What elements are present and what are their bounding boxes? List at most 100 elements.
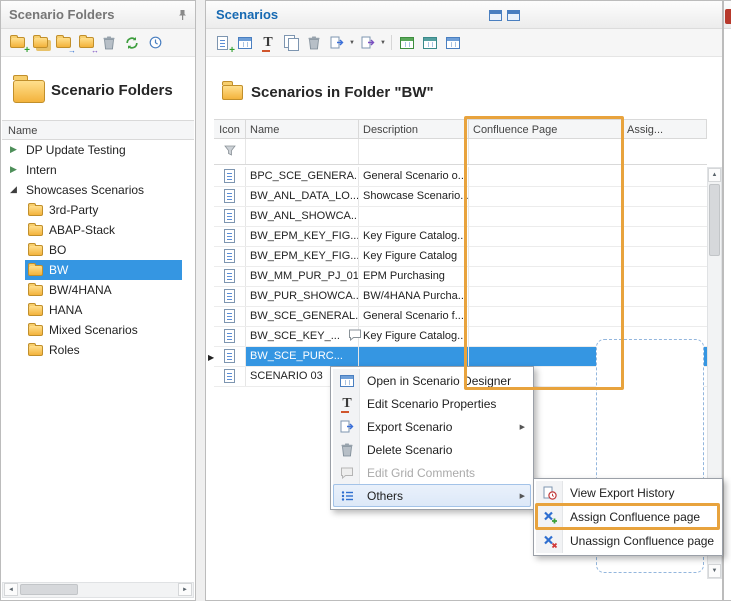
menu-item-edit-grid-comments[interactable]: Edit Grid Comments xyxy=(333,461,531,484)
scroll-down-icon[interactable] xyxy=(708,564,721,578)
scenario-icon xyxy=(224,249,235,263)
collapse-icon[interactable] xyxy=(10,185,17,194)
scrollbar-thumb[interactable] xyxy=(20,584,78,595)
delete-scenario-button[interactable] xyxy=(304,33,324,53)
excel-export-button[interactable] xyxy=(397,33,417,53)
menu-item-assign-confluence-page[interactable]: Assign Confluence page xyxy=(536,505,720,529)
others-submenu: View Export History Assign Confluence pa… xyxy=(533,478,723,556)
cell-name: BW_PUR_SHOWCA... xyxy=(246,287,359,306)
app-window: Scenario Folders Scenario Folders Name D… xyxy=(0,0,731,601)
scroll-up-icon[interactable] xyxy=(708,168,721,182)
cell-assigned xyxy=(623,267,707,286)
scenario-icon xyxy=(224,209,235,223)
menu-item-others[interactable]: Others xyxy=(333,484,531,507)
cell-description: BW/4HANA Purcha... xyxy=(359,287,469,306)
transfer-scenario-button[interactable] xyxy=(358,33,378,53)
scenario-row[interactable]: BPC_SCE_GENERA... General Scenario o... xyxy=(214,167,707,187)
history-button[interactable] xyxy=(145,33,165,53)
delete-folder-button[interactable] xyxy=(99,33,119,53)
column-header-name[interactable]: Name xyxy=(246,120,359,138)
scenario-row[interactable]: BW_SCE_GENERAL... General Scenario f... xyxy=(214,307,707,327)
tree-item-hana[interactable]: HANA xyxy=(2,300,192,320)
filter-row xyxy=(214,139,707,165)
menu-item-edit-scenario-properties[interactable]: T Edit Scenario Properties xyxy=(333,392,531,415)
move-folder-button[interactable] xyxy=(76,33,96,53)
transfer-dropdown-icon[interactable] xyxy=(380,40,386,46)
copy-scenario-button[interactable] xyxy=(281,33,301,53)
scenario-icon xyxy=(224,169,235,183)
scenario-row[interactable]: BW_EPM_KEY_FIG... Key Figure Catalog... xyxy=(214,227,707,247)
cell-description xyxy=(359,347,469,366)
scenario-icon xyxy=(224,229,235,243)
cell-assigned xyxy=(623,167,707,186)
expand-icon[interactable] xyxy=(10,165,17,174)
tree-item-bw4hana[interactable]: BW/4HANA xyxy=(2,280,192,300)
tree-item-3rd-party[interactable]: 3rd-Party xyxy=(2,200,192,220)
tree-item-intern[interactable]: Intern xyxy=(2,160,192,180)
panel-splitter[interactable] xyxy=(196,0,205,601)
tree-item-bw-selected[interactable]: BW xyxy=(2,260,192,280)
grid-export-icon xyxy=(423,37,437,49)
edit-properties-button[interactable]: T xyxy=(258,33,278,53)
tree-item-bo[interactable]: BO xyxy=(2,240,192,260)
expand-icon[interactable] xyxy=(10,145,17,154)
scenario-row[interactable]: BW_ANL_DATA_LO... Showcase Scenario... xyxy=(214,187,707,207)
cell-name: BW_SCE_KEY_... xyxy=(246,327,359,346)
menu-item-view-export-history[interactable]: View Export History xyxy=(536,481,720,505)
refresh-button[interactable] xyxy=(122,33,142,53)
open-designer-button[interactable] xyxy=(235,33,255,53)
cell-confluence xyxy=(469,187,623,206)
filter-description-cell[interactable] xyxy=(359,139,469,164)
export-folder-button[interactable] xyxy=(53,33,73,53)
export-scenario-button[interactable] xyxy=(327,33,347,53)
pin-icon[interactable] xyxy=(177,9,188,21)
scenario-row[interactable]: BW_PUR_SHOWCA... BW/4HANA Purcha... xyxy=(214,287,707,307)
scenario-row[interactable]: BW_ANL_SHOWCA... xyxy=(214,207,707,227)
tree-item-showcases-scenarios[interactable]: Showcases Scenarios xyxy=(2,180,192,200)
scrollbar-thumb[interactable] xyxy=(709,184,720,256)
column-header-assigned[interactable]: Assig... xyxy=(623,120,707,138)
refresh-icon xyxy=(125,36,139,50)
edit-properties-icon: T xyxy=(263,36,272,50)
cell-description xyxy=(359,207,469,226)
clipped-panel-icon xyxy=(725,9,731,24)
comment-bubble-icon[interactable] xyxy=(348,329,362,341)
menu-item-unassign-confluence-page[interactable]: Unassign Confluence page xyxy=(536,529,720,553)
cell-name: BW_ANL_DATA_LO... xyxy=(246,187,359,206)
copy-folder-button[interactable] xyxy=(30,33,50,53)
menu-item-delete-scenario[interactable]: Delete Scenario xyxy=(333,438,531,461)
filter-icon-cell[interactable] xyxy=(214,139,246,164)
filter-confluence-cell[interactable] xyxy=(469,139,623,164)
tree-item-roles[interactable]: Roles xyxy=(2,340,192,360)
filter-assigned-cell[interactable] xyxy=(623,139,707,164)
tree-item-abap-stack[interactable]: ABAP-Stack xyxy=(2,220,192,240)
new-scenario-button[interactable] xyxy=(212,33,232,53)
window-list-icon[interactable] xyxy=(507,10,520,24)
export-dropdown-icon[interactable] xyxy=(349,40,355,46)
horizontal-scrollbar[interactable] xyxy=(2,582,194,598)
cell-confluence xyxy=(469,307,623,326)
scenario-icon xyxy=(224,349,235,363)
cell-description: Key Figure Catalog... xyxy=(359,227,469,246)
window-icon xyxy=(489,10,502,21)
column-header-icon[interactable]: Icon xyxy=(214,120,246,138)
grid-export-button[interactable] xyxy=(420,33,440,53)
add-folder-button[interactable] xyxy=(7,33,27,53)
column-header-description[interactable]: Description xyxy=(359,120,469,138)
scroll-left-icon[interactable] xyxy=(4,583,18,596)
filter-name-cell[interactable] xyxy=(246,139,359,164)
tree-item-mixed-scenarios[interactable]: Mixed Scenarios xyxy=(2,320,192,340)
folder-icon xyxy=(28,305,43,316)
menu-item-open-in-scenario-designer[interactable]: Open in Scenario Designer xyxy=(333,369,531,392)
scenario-row[interactable]: BW_EPM_KEY_FIG... Key Figure Catalog xyxy=(214,247,707,267)
folders-toolbar xyxy=(1,29,195,57)
column-header-name[interactable]: Name xyxy=(2,120,194,140)
scroll-right-icon[interactable] xyxy=(178,583,192,596)
cell-assigned xyxy=(623,227,707,246)
scenario-row[interactable]: BW_MM_PUR_PJ_01 EPM Purchasing xyxy=(214,267,707,287)
menu-item-export-scenario[interactable]: Export Scenario xyxy=(333,415,531,438)
grid-import-button[interactable] xyxy=(443,33,463,53)
window-layout-icon[interactable] xyxy=(489,10,502,24)
column-header-confluence-page[interactable]: Confluence Page xyxy=(469,120,623,138)
tree-item-dp-update-testing[interactable]: DP Update Testing xyxy=(2,140,192,160)
